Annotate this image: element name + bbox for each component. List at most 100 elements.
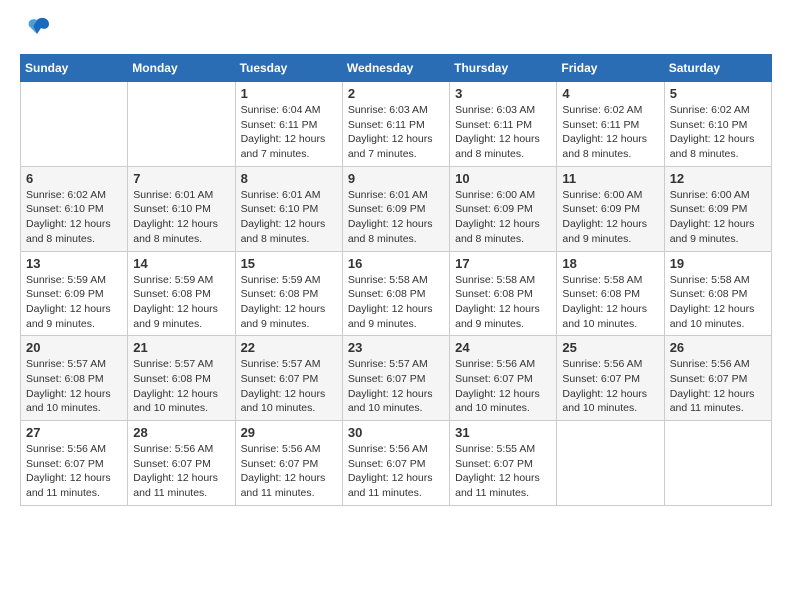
day-info: Sunrise: 5:56 AM Sunset: 6:07 PM Dayligh… <box>670 357 766 416</box>
day-info: Sunrise: 5:57 AM Sunset: 6:08 PM Dayligh… <box>133 357 229 416</box>
calendar-table: SundayMondayTuesdayWednesdayThursdayFrid… <box>20 54 772 506</box>
page-header <box>20 20 772 38</box>
day-number: 7 <box>133 171 229 186</box>
day-info: Sunrise: 6:02 AM Sunset: 6:11 PM Dayligh… <box>562 103 658 162</box>
calendar-cell: 16Sunrise: 5:58 AM Sunset: 6:08 PM Dayli… <box>342 251 449 336</box>
day-info: Sunrise: 6:00 AM Sunset: 6:09 PM Dayligh… <box>562 188 658 247</box>
day-number: 11 <box>562 171 658 186</box>
day-number: 29 <box>241 425 337 440</box>
day-number: 31 <box>455 425 551 440</box>
day-info: Sunrise: 6:01 AM Sunset: 6:10 PM Dayligh… <box>241 188 337 247</box>
calendar-cell: 30 Sunrise: 5:56 AM Sunset: 6:07 PM Dayli… <box>342 421 449 506</box>
logo-bird-icon <box>23 16 51 38</box>
calendar-cell: 11 Sunrise: 6:00 AM Sunset: 6:09 PM Dayli… <box>557 166 664 251</box>
calendar-cell <box>21 82 128 167</box>
calendar-cell: 8 Sunrise: 6:01 AM Sunset: 6:10 PM Daylig… <box>235 166 342 251</box>
day-info: Sunrise: 5:57 AM Sunset: 6:08 PM Dayligh… <box>26 357 122 416</box>
calendar-cell: 5 Sunrise: 6:02 AM Sunset: 6:10 PM Daylig… <box>664 82 771 167</box>
calendar-cell: 24 Sunrise: 5:56 AM Sunset: 6:07 PM Dayli… <box>450 336 557 421</box>
calendar-cell: 10 Sunrise: 6:00 AM Sunset: 6:09 PM Dayli… <box>450 166 557 251</box>
day-number: 13 <box>26 256 122 271</box>
weekday-header-friday: Friday <box>557 55 664 82</box>
day-info: Sunrise: 5:55 AM Sunset: 6:07 PM Dayligh… <box>455 442 551 501</box>
day-number: 2 <box>348 86 444 101</box>
day-number: 6 <box>26 171 122 186</box>
calendar-cell <box>557 421 664 506</box>
calendar-cell: 4Sunrise: 6:02 AM Sunset: 6:11 PM Daylig… <box>557 82 664 167</box>
day-info: Sunrise: 6:03 AM Sunset: 6:11 PM Dayligh… <box>455 103 551 162</box>
day-info: Sunrise: 6:00 AM Sunset: 6:09 PM Dayligh… <box>455 188 551 247</box>
weekday-header-thursday: Thursday <box>450 55 557 82</box>
day-number: 27 <box>26 425 122 440</box>
day-number: 15 <box>241 256 337 271</box>
day-info: Sunrise: 5:56 AM Sunset: 6:07 PM Dayligh… <box>455 357 551 416</box>
weekday-header-tuesday: Tuesday <box>235 55 342 82</box>
calendar-cell: 13 Sunrise: 5:59 AM Sunset: 6:09 PM Dayli… <box>21 251 128 336</box>
day-info: Sunrise: 5:56 AM Sunset: 6:07 PM Dayligh… <box>133 442 229 501</box>
calendar-cell: 26 Sunrise: 5:56 AM Sunset: 6:07 PM Dayli… <box>664 336 771 421</box>
calendar-cell: 17 Sunrise: 5:58 AM Sunset: 6:08 PM Dayli… <box>450 251 557 336</box>
calendar-cell <box>664 421 771 506</box>
day-info: Sunrise: 6:02 AM Sunset: 6:10 PM Dayligh… <box>26 188 122 247</box>
day-number: 21 <box>133 340 229 355</box>
weekday-header-wednesday: Wednesday <box>342 55 449 82</box>
day-info: Sunrise: 6:03 AM Sunset: 6:11 PM Dayligh… <box>348 103 444 162</box>
day-info: Sunrise: 5:58 AM Sunset: 6:08 PM Dayligh… <box>670 273 766 332</box>
weekday-header-monday: Monday <box>128 55 235 82</box>
day-number: 25 <box>562 340 658 355</box>
calendar-cell: 21 Sunrise: 5:57 AM Sunset: 6:08 PM Dayli… <box>128 336 235 421</box>
day-info: Sunrise: 5:58 AM Sunset: 6:08 PM Dayligh… <box>455 273 551 332</box>
day-number: 8 <box>241 171 337 186</box>
day-info: Sunrise: 5:58 AM Sunset: 6:08 PM Dayligh… <box>348 273 444 332</box>
calendar-cell: 25 Sunrise: 5:56 AM Sunset: 6:07 PM Dayli… <box>557 336 664 421</box>
weekday-header-sunday: Sunday <box>21 55 128 82</box>
calendar-week-row: 27 Sunrise: 5:56 AM Sunset: 6:07 PM Dayli… <box>21 421 772 506</box>
day-info: Sunrise: 5:59 AM Sunset: 6:08 PM Dayligh… <box>133 273 229 332</box>
day-info: Sunrise: 5:56 AM Sunset: 6:07 PM Dayligh… <box>562 357 658 416</box>
day-number: 3 <box>455 86 551 101</box>
logo-name <box>20 20 51 38</box>
calendar-cell: 31 Sunrise: 5:55 AM Sunset: 6:07 PM Dayli… <box>450 421 557 506</box>
day-number: 20 <box>26 340 122 355</box>
day-info: Sunrise: 5:59 AM Sunset: 6:09 PM Dayligh… <box>26 273 122 332</box>
day-number: 17 <box>455 256 551 271</box>
day-info: Sunrise: 5:56 AM Sunset: 6:07 PM Dayligh… <box>348 442 444 501</box>
day-number: 30 <box>348 425 444 440</box>
calendar-week-row: 13 Sunrise: 5:59 AM Sunset: 6:09 PM Dayli… <box>21 251 772 336</box>
calendar-cell: 9 Sunrise: 6:01 AM Sunset: 6:09 PM Daylig… <box>342 166 449 251</box>
weekday-header-saturday: Saturday <box>664 55 771 82</box>
day-number: 9 <box>348 171 444 186</box>
calendar-cell: 14Sunrise: 5:59 AM Sunset: 6:08 PM Dayli… <box>128 251 235 336</box>
day-number: 5 <box>670 86 766 101</box>
day-number: 10 <box>455 171 551 186</box>
calendar-cell: 3 Sunrise: 6:03 AM Sunset: 6:11 PM Daylig… <box>450 82 557 167</box>
calendar-cell <box>128 82 235 167</box>
calendar-cell: 29 Sunrise: 5:56 AM Sunset: 6:07 PM Dayli… <box>235 421 342 506</box>
calendar-cell: 12Sunrise: 6:00 AM Sunset: 6:09 PM Dayli… <box>664 166 771 251</box>
calendar-header-row: SundayMondayTuesdayWednesdayThursdayFrid… <box>21 55 772 82</box>
calendar-cell: 23Sunrise: 5:57 AM Sunset: 6:07 PM Dayli… <box>342 336 449 421</box>
calendar-week-row: 1 Sunrise: 6:04 AM Sunset: 6:11 PM Daylig… <box>21 82 772 167</box>
day-number: 24 <box>455 340 551 355</box>
day-info: Sunrise: 6:01 AM Sunset: 6:09 PM Dayligh… <box>348 188 444 247</box>
calendar-cell: 2 Sunrise: 6:03 AM Sunset: 6:11 PM Daylig… <box>342 82 449 167</box>
calendar-cell: 7 Sunrise: 6:01 AM Sunset: 6:10 PM Daylig… <box>128 166 235 251</box>
day-info: Sunrise: 5:57 AM Sunset: 6:07 PM Dayligh… <box>241 357 337 416</box>
day-info: Sunrise: 6:04 AM Sunset: 6:11 PM Dayligh… <box>241 103 337 162</box>
day-info: Sunrise: 5:57 AM Sunset: 6:07 PM Dayligh… <box>348 357 444 416</box>
logo <box>20 20 51 38</box>
day-info: Sunrise: 6:01 AM Sunset: 6:10 PM Dayligh… <box>133 188 229 247</box>
calendar-week-row: 20 Sunrise: 5:57 AM Sunset: 6:08 PM Dayli… <box>21 336 772 421</box>
day-number: 1 <box>241 86 337 101</box>
calendar-cell: 6 Sunrise: 6:02 AM Sunset: 6:10 PM Daylig… <box>21 166 128 251</box>
calendar-cell: 19Sunrise: 5:58 AM Sunset: 6:08 PM Dayli… <box>664 251 771 336</box>
calendar-week-row: 6 Sunrise: 6:02 AM Sunset: 6:10 PM Daylig… <box>21 166 772 251</box>
day-info: Sunrise: 6:02 AM Sunset: 6:10 PM Dayligh… <box>670 103 766 162</box>
calendar-cell: 15 Sunrise: 5:59 AM Sunset: 6:08 PM Dayli… <box>235 251 342 336</box>
calendar-cell: 22Sunrise: 5:57 AM Sunset: 6:07 PM Dayli… <box>235 336 342 421</box>
day-info: Sunrise: 5:59 AM Sunset: 6:08 PM Dayligh… <box>241 273 337 332</box>
calendar-cell: 28Sunrise: 5:56 AM Sunset: 6:07 PM Dayli… <box>128 421 235 506</box>
day-info: Sunrise: 5:56 AM Sunset: 6:07 PM Dayligh… <box>241 442 337 501</box>
day-number: 26 <box>670 340 766 355</box>
calendar-cell: 20 Sunrise: 5:57 AM Sunset: 6:08 PM Dayli… <box>21 336 128 421</box>
